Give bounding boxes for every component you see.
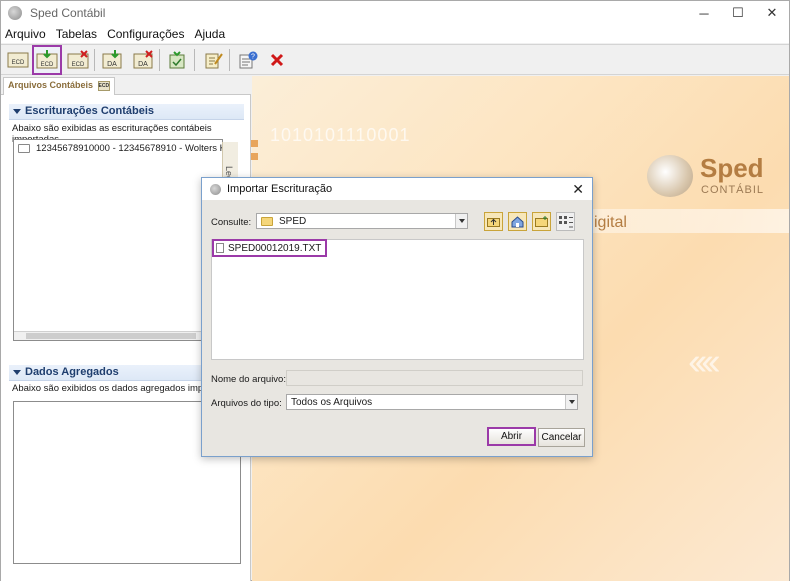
ecd-delete-icon: ECD — [67, 50, 89, 69]
tab-arquivos-contabeis[interactable]: Arquivos Contábeis ECD — [3, 77, 115, 95]
dialog-title: Importar Escrituração — [227, 183, 333, 195]
import-ecd-button[interactable]: ECD — [32, 45, 62, 75]
folder-icon — [261, 216, 273, 226]
list-item[interactable]: 12345678910000 - 12345678910 - Wolters K… — [18, 143, 233, 154]
main-window: Sped Contábil ─ ☐ ✕ Arquivo Tabelas Conf… — [0, 0, 790, 581]
file-icon — [216, 243, 224, 253]
toolbar-separator — [194, 49, 195, 71]
menu-tabelas[interactable]: Tabelas — [56, 27, 97, 41]
svg-text:ECD: ECD — [12, 60, 25, 66]
consulte-label: Consulte: — [211, 217, 252, 228]
svg-text:ECD: ECD — [72, 62, 85, 68]
toolbar-separator — [94, 49, 95, 71]
up-folder-button[interactable] — [484, 212, 503, 231]
ecd-import-icon: ECD — [36, 50, 58, 69]
svg-text:DA: DA — [138, 61, 148, 68]
report-help-icon: ? — [239, 51, 258, 69]
report-button[interactable]: ? — [234, 47, 262, 73]
svg-text:ECD: ECD — [41, 62, 54, 68]
da-delete-icon: DA — [133, 50, 153, 69]
new-folder-icon — [535, 216, 548, 227]
import-da-button[interactable]: DA — [98, 47, 126, 73]
dialog-app-icon — [210, 183, 221, 195]
escrituracoes-list[interactable]: 12345678910000 - 12345678910 - Wolters K… — [13, 139, 233, 341]
home-icon — [511, 215, 524, 227]
chevron-down-icon[interactable] — [565, 395, 577, 409]
file-name-label: Nome do arquivo: — [211, 374, 286, 385]
logo-sphere-icon — [647, 155, 693, 197]
horizontal-scrollbar[interactable] — [14, 331, 222, 340]
arrow-left-icon[interactable] — [251, 140, 258, 147]
dados-agregados-description: Abaixo são exibidos os dados agregados i… — [12, 383, 220, 394]
escrituracoes-header[interactable]: Escriturações Contábeis — [9, 104, 244, 120]
list-view-icon — [558, 215, 573, 227]
scrollbar-thumb[interactable] — [26, 333, 196, 339]
file-name: SPED00012019.TXT — [228, 242, 322, 254]
svg-text:DA: DA — [107, 61, 117, 68]
binary-decoration: 1010101110001 — [270, 125, 411, 145]
panel-collapse-arrows[interactable] — [251, 140, 259, 166]
logo-sub-text: CONTÁBIL — [701, 184, 765, 196]
dialog-title-bar: Importar Escrituração ✕ — [202, 178, 592, 200]
up-folder-icon — [487, 218, 500, 227]
title-bar: Sped Contábil ─ ☐ ✕ — [1, 1, 789, 25]
ecd-badge-icon: ECD — [97, 80, 110, 91]
ecd-button[interactable]: ECD — [4, 47, 32, 73]
file-name-input[interactable] — [286, 370, 583, 386]
sped-logo: Sped CONTÁBIL — [645, 153, 764, 203]
da-import-icon: DA — [102, 50, 122, 69]
new-folder-button[interactable] — [532, 212, 551, 231]
cancel-button[interactable]: Cancelar — [538, 428, 585, 447]
menu-bar: Arquivo Tabelas Configurações Ajuda — [1, 25, 789, 43]
file-list[interactable]: SPED00012019.TXT — [211, 239, 584, 360]
tab-strip: Arquivos Contábeis ECD — [1, 76, 251, 95]
open-button[interactable]: Abrir — [487, 427, 536, 446]
remove-button[interactable] — [263, 47, 291, 73]
look-in-value: SPED — [279, 215, 307, 227]
validate-button[interactable] — [163, 47, 191, 73]
file-type-dropdown[interactable]: Todos os Arquivos — [286, 394, 578, 410]
arrow-right-icon[interactable] — [251, 153, 258, 160]
sign-button[interactable] — [199, 47, 227, 73]
delete-da-button[interactable]: DA — [129, 47, 157, 73]
look-in-dropdown[interactable]: SPED — [256, 213, 468, 229]
toolbar: ECD ECD ECD DA DA ? — [1, 44, 789, 75]
view-toggle-button[interactable] — [556, 212, 575, 231]
file-type-value: Todos os Arquivos — [291, 396, 373, 408]
dialog-close-icon[interactable]: ✕ — [572, 181, 584, 198]
chevron-decoration: ‹‹‹‹ — [688, 341, 721, 383]
home-button[interactable] — [508, 212, 527, 231]
menu-ajuda[interactable]: Ajuda — [194, 27, 225, 41]
digital-text: igital — [594, 214, 627, 231]
file-item[interactable]: SPED00012019.TXT — [212, 239, 328, 257]
menu-arquivo[interactable]: Arquivo — [5, 27, 46, 41]
list-item-text: 12345678910000 - 12345678910 - Wolters K… — [36, 143, 234, 154]
toolbar-separator — [159, 49, 160, 71]
window-title: Sped Contábil — [30, 6, 106, 20]
tab-label: Arquivos Contábeis — [8, 80, 94, 90]
svg-text:?: ? — [251, 54, 255, 61]
file-type-label: Arquivos do tipo: — [211, 398, 282, 409]
app-icon — [8, 6, 22, 20]
import-dialog: Importar Escrituração ✕ Consulte: SPED S… — [201, 177, 593, 457]
minimize-button[interactable]: ─ — [687, 1, 721, 25]
delete-ecd-button[interactable]: ECD — [64, 47, 92, 73]
chevron-down-icon[interactable] — [455, 214, 467, 228]
sign-icon — [205, 53, 223, 69]
remove-icon — [270, 53, 284, 67]
folder-icon — [18, 144, 30, 153]
close-window-button[interactable]: ✕ — [755, 1, 789, 25]
validate-icon — [169, 51, 185, 69]
menu-configuracoes[interactable]: Configurações — [107, 27, 184, 41]
ecd-icon: ECD — [7, 52, 29, 68]
maximize-button[interactable]: ☐ — [721, 1, 755, 25]
logo-main-text: Sped — [700, 153, 764, 183]
toolbar-separator — [229, 49, 230, 71]
